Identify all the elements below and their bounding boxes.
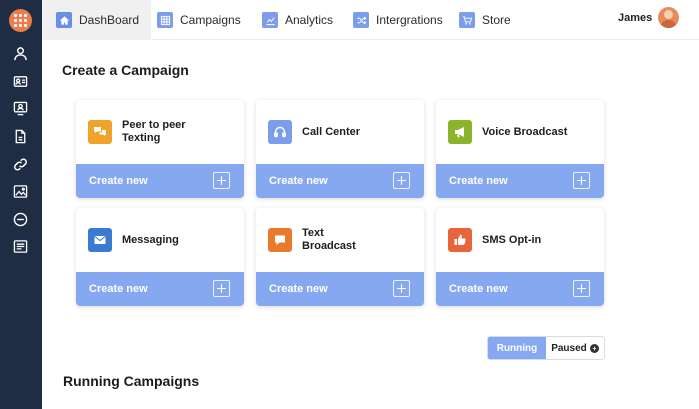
nav-item-label: Analytics	[285, 13, 334, 27]
user-name[interactable]: James	[618, 12, 652, 24]
nav-item-label: Store	[482, 13, 511, 27]
create-new-label: Create new	[269, 283, 328, 295]
chat-bubbles-icon	[88, 120, 112, 144]
nav-item-dashboard[interactable]: DashBoard	[42, 0, 152, 40]
campaign-status-toggle: Running Paused	[487, 336, 605, 360]
speech-bubble-icon	[268, 228, 292, 252]
create-new-button[interactable]: Create new	[256, 272, 424, 306]
chart-icon	[262, 12, 278, 28]
running-tab[interactable]: Running	[488, 337, 546, 359]
nav-item-label: Campaigns	[180, 13, 241, 27]
nav-item-campaigns[interactable]: Campaigns	[157, 0, 241, 40]
nav-item-intergrations[interactable]: Intergrations	[353, 0, 443, 40]
card-label: Text Broadcast	[302, 227, 356, 252]
card-label: Messaging	[122, 233, 179, 246]
create-new-label: Create new	[269, 175, 328, 187]
create-new-label: Create new	[449, 283, 508, 295]
card-header: Peer to peer Texting	[76, 100, 244, 164]
presentation-icon[interactable]	[11, 99, 29, 117]
paused-label: Paused	[551, 342, 587, 354]
shuffle-icon	[353, 12, 369, 28]
plus-icon	[393, 172, 410, 189]
card-label: Voice Broadcast	[482, 125, 568, 138]
card-label: Peer to peer Texting	[122, 119, 186, 144]
plus-icon	[213, 172, 230, 189]
create-new-label: Create new	[89, 283, 148, 295]
plus-icon	[213, 280, 230, 297]
nav-item-analytics[interactable]: Analytics	[262, 0, 333, 40]
create-new-button[interactable]: Create new	[436, 164, 604, 198]
campaign-card-voice-broadcast: Voice Broadcast Create new	[436, 100, 604, 198]
card-header: Voice Broadcast	[436, 100, 604, 164]
paused-count-icon	[589, 343, 599, 353]
create-new-button[interactable]: Create new	[436, 272, 604, 306]
running-label: Running	[496, 342, 538, 354]
campaign-card-call-center: Call Center Create new	[256, 100, 424, 198]
campaign-card-peer-to-peer-texting: Peer to peer Texting Create new	[76, 100, 244, 198]
cart-icon	[459, 12, 475, 28]
document-icon[interactable]	[11, 127, 29, 145]
card-header: Call Center	[256, 100, 424, 164]
create-new-button[interactable]: Create new	[256, 164, 424, 198]
plus-icon	[573, 280, 590, 297]
top-navigation: DashBoard Campaigns Analytics Intergrati…	[42, 0, 699, 40]
avatar[interactable]	[658, 7, 679, 28]
create-new-label: Create new	[449, 175, 508, 187]
plus-icon	[573, 172, 590, 189]
link-icon[interactable]	[11, 155, 29, 173]
sidebar	[0, 0, 42, 409]
card-header: Text Broadcast	[256, 208, 424, 272]
create-new-button[interactable]: Create new	[76, 272, 244, 306]
card-label: Call Center	[302, 125, 361, 138]
nav-item-label: Intergrations	[376, 13, 443, 27]
headset-icon	[268, 120, 292, 144]
campaign-card-sms-opt-in: SMS Opt-in Create new	[436, 208, 604, 306]
paused-tab[interactable]: Paused	[546, 337, 604, 359]
card-header: Messaging	[76, 208, 244, 272]
minus-circle-icon[interactable]	[11, 210, 29, 228]
running-campaigns-title: Running Campaigns	[63, 373, 200, 389]
nav-item-store[interactable]: Store	[459, 0, 511, 40]
create-new-label: Create new	[89, 175, 148, 187]
user-icon[interactable]	[11, 44, 29, 62]
plus-icon	[393, 280, 410, 297]
image-icon[interactable]	[11, 182, 29, 200]
card-label: SMS Opt-in	[482, 233, 542, 246]
home-icon	[56, 12, 72, 28]
form-icon[interactable]	[11, 237, 29, 255]
app-logo-icon[interactable]	[9, 9, 32, 32]
page-title: Create a Campaign	[62, 62, 189, 78]
nav-item-label: DashBoard	[79, 13, 140, 27]
thumbs-up-icon	[448, 228, 472, 252]
create-new-button[interactable]: Create new	[76, 164, 244, 198]
megaphone-icon	[448, 120, 472, 144]
campaign-card-text-broadcast: Text Broadcast Create new	[256, 208, 424, 306]
campaign-card-messaging: Messaging Create new	[76, 208, 244, 306]
contact-card-icon[interactable]	[11, 72, 29, 90]
grid-icon	[157, 12, 173, 28]
card-header: SMS Opt-in	[436, 208, 604, 272]
envelope-icon	[88, 228, 112, 252]
